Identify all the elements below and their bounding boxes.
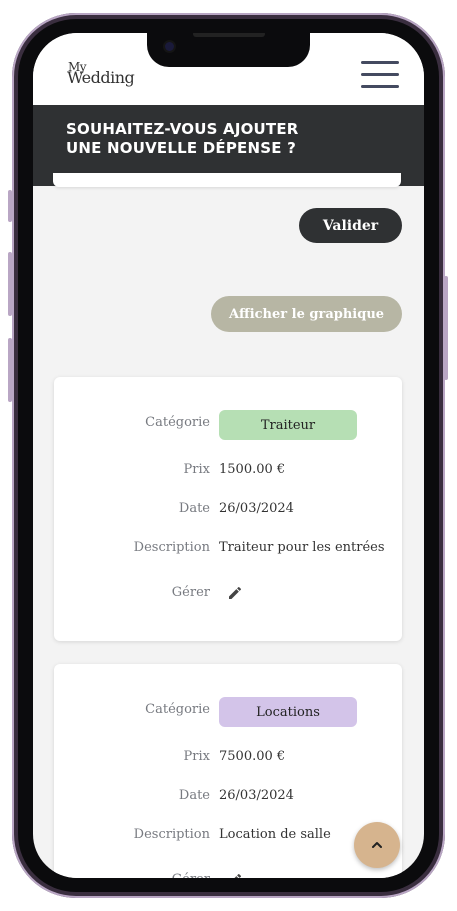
price-label: Prix [183, 749, 210, 764]
description-value: Location de salle [219, 827, 331, 842]
price-value: 1500.00 € [219, 462, 286, 477]
description-value: Traiteur pour les entrées [219, 540, 385, 555]
date-row: Date 26/03/2024 [54, 785, 402, 809]
date-label: Date [178, 501, 210, 516]
date-value: 26/03/2024 [219, 501, 294, 516]
category-label: Catégorie [145, 415, 210, 430]
category-row: Catégorie Traiteur [54, 410, 402, 440]
camera-icon [165, 42, 174, 51]
category-badge: Locations [219, 697, 357, 727]
date-row: Date 26/03/2024 [54, 498, 402, 522]
phone-volume-up [8, 252, 12, 316]
description-row: Description Location de salle [54, 824, 402, 848]
scroll-to-top-button[interactable] [354, 822, 400, 868]
category-badge: Traiteur [219, 410, 357, 440]
price-value: 7500.00 € [219, 749, 286, 764]
phone-speaker [193, 33, 265, 37]
hamburger-icon[interactable] [361, 61, 401, 89]
phone-screen: My Wedding SOUHAITEZ-VOUS AJOUTER UNE NO… [33, 33, 424, 878]
date-label: Date [178, 788, 210, 803]
manage-label: Gérer [172, 872, 210, 878]
price-row: Prix 1500.00 € [54, 459, 402, 483]
chevron-up-icon [372, 842, 382, 848]
expense-card: Catégorie Traiteur Prix 1500.00 € Date 2… [54, 377, 402, 641]
manage-label: Gérer [171, 585, 210, 600]
banner-title: SOUHAITEZ-VOUS AJOUTER UNE NOUVELLE DÉPE… [66, 120, 299, 157]
logo-text-bottom: Wedding [67, 68, 135, 87]
phone-power-button [444, 276, 448, 380]
date-value: 26/03/2024 [219, 788, 294, 803]
category-label: Catégorie [145, 702, 210, 717]
brand-logo[interactable]: My Wedding [67, 61, 135, 87]
pencil-icon[interactable] [227, 872, 243, 878]
show-chart-button[interactable]: Afficher le graphique [211, 296, 402, 332]
category-row: Catégorie Locations [54, 697, 402, 727]
submit-button[interactable]: Valider [299, 208, 402, 243]
manage-row: Gérer [54, 869, 402, 878]
description-label: Description [133, 540, 210, 555]
expense-card: Catégorie Locations Prix 7500.00 € Date … [54, 664, 402, 878]
price-label: Prix [183, 462, 210, 477]
price-row: Prix 7500.00 € [54, 746, 402, 770]
manage-row: Gérer [54, 582, 402, 606]
expense-form-card [53, 173, 401, 187]
description-row: Description Traiteur pour les entrées [54, 537, 402, 561]
description-label: Description [133, 827, 210, 842]
phone-volume-down [8, 338, 12, 402]
pencil-icon[interactable] [227, 585, 243, 601]
phone-mute-switch [8, 190, 12, 222]
